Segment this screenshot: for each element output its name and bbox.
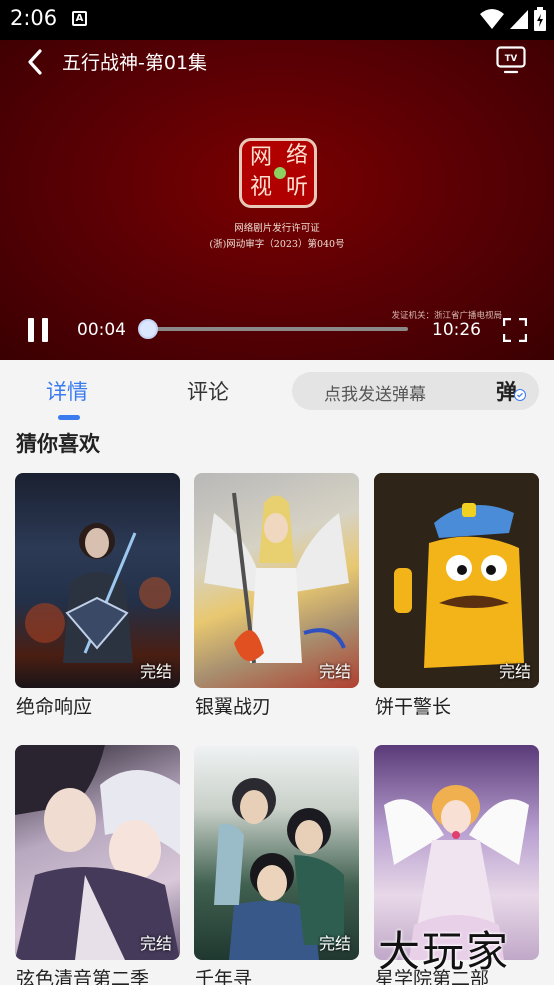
status-bar: 2:06 A bbox=[0, 0, 554, 40]
show-name: 千年寻 bbox=[195, 968, 253, 985]
tab-details[interactable]: 详情 bbox=[46, 376, 88, 406]
show-name: 饼干警长 bbox=[375, 696, 452, 718]
license-line-2: (浙)网动审字（2023）第040号 bbox=[209, 239, 345, 250]
poster-art bbox=[204, 492, 349, 664]
video-title: 五行战神-第01集 bbox=[62, 52, 208, 74]
play-dot-icon bbox=[274, 167, 286, 179]
svg-text:TV: TV bbox=[505, 54, 518, 64]
show-poster[interactable]: 完结 bbox=[194, 745, 359, 960]
back-arrow-icon[interactable] bbox=[22, 48, 50, 76]
check-icon bbox=[514, 389, 526, 401]
wifi-icon bbox=[480, 9, 504, 29]
status-badge: 完结 bbox=[318, 662, 351, 681]
progress-knob[interactable] bbox=[137, 319, 158, 339]
show-name: 绝命响应 bbox=[16, 696, 93, 718]
license-line-1: 网络剧片发行许可证 bbox=[234, 223, 320, 234]
progress-bar[interactable] bbox=[146, 327, 408, 331]
status-badge: 完结 bbox=[139, 934, 172, 953]
danmu-input[interactable]: 点我发送弹幕 弹 bbox=[292, 372, 539, 410]
poster-art bbox=[15, 745, 180, 960]
active-tab-indicator bbox=[58, 415, 80, 420]
watermark-logo: 大玩家 bbox=[378, 927, 511, 976]
seal-char: 视 bbox=[249, 175, 272, 200]
signal-icon bbox=[510, 10, 528, 29]
show-poster[interactable]: 完结 bbox=[374, 473, 539, 688]
poster-art bbox=[25, 523, 171, 663]
duration: 10:26 bbox=[432, 320, 481, 340]
status-badge: 完结 bbox=[498, 662, 531, 681]
current-time: 00:04 bbox=[77, 320, 126, 340]
seal-char: 网 bbox=[249, 145, 272, 170]
tv-cast-icon[interactable]: TV bbox=[496, 46, 526, 74]
status-time: 2:06 bbox=[10, 6, 58, 30]
show-card[interactable]: 完结 银翼战刃 bbox=[194, 473, 359, 718]
seal-char: 听 bbox=[285, 175, 308, 200]
show-poster[interactable]: 完结 bbox=[194, 473, 359, 688]
show-name: 弦色清音第二季 bbox=[16, 968, 150, 985]
status-icons bbox=[480, 6, 546, 32]
poster-art bbox=[374, 473, 539, 688]
show-poster[interactable]: 完结 bbox=[15, 473, 180, 688]
show-card[interactable]: 完结 弦色清音第二季 bbox=[15, 745, 180, 985]
show-poster[interactable]: 完结 bbox=[15, 745, 180, 960]
show-card[interactable]: 完结 饼干警长 bbox=[374, 473, 539, 718]
license-seal-logo: 网 络 视 听 bbox=[239, 138, 317, 208]
a-icon: A bbox=[72, 11, 87, 26]
show-name: 银翼战刃 bbox=[195, 696, 272, 718]
tab-comments[interactable]: 评论 bbox=[187, 376, 229, 406]
show-card[interactable]: 完结 千年寻 bbox=[194, 745, 359, 985]
battery-icon bbox=[534, 7, 546, 31]
video-player[interactable]: 五行战神-第01集 TV 网 络 视 听 网络剧片发行许可证 (浙)网动审字（2… bbox=[0, 40, 554, 360]
danmu-placeholder: 点我发送弹幕 bbox=[324, 385, 426, 405]
status-badge: 完结 bbox=[318, 934, 351, 953]
seal-char: 络 bbox=[285, 143, 308, 168]
recommend-title: 猜你喜欢 bbox=[16, 432, 100, 456]
status-badge: 完结 bbox=[139, 662, 172, 681]
pause-icon[interactable] bbox=[28, 318, 50, 342]
poster-art bbox=[214, 778, 344, 960]
show-card[interactable]: 完结 绝命响应 bbox=[15, 473, 180, 718]
fullscreen-icon[interactable] bbox=[503, 318, 527, 342]
